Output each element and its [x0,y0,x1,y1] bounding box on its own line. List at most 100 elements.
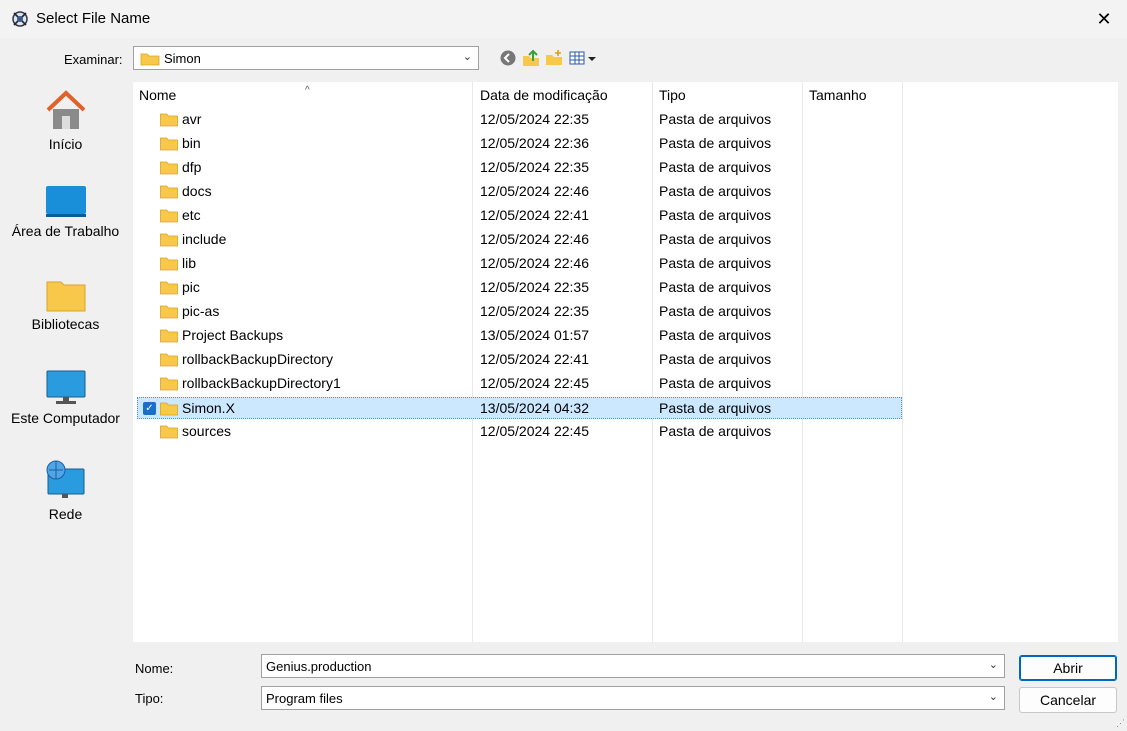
app-icon [12,11,28,27]
place-network[interactable]: Rede [5,460,126,522]
file-name: pic-as [182,303,220,319]
file-name: pic [182,279,200,295]
chevron-down-icon[interactable]: ⌄ [989,658,998,671]
file-type-value: Program files [266,691,343,706]
file-date: 12/05/2024 22:41 [480,207,589,223]
folder-icon [160,353,178,367]
place-this-pc[interactable]: Este Computador [5,370,126,426]
file-row[interactable]: ✓ Simon.X 13/05/2024 04:32 Pasta de arquivo… [137,397,902,419]
file-type: Pasta de arquivos [659,183,772,199]
folder-icon [140,53,160,66]
file-type-label: Tipo: [135,691,164,706]
folder-icon [160,161,178,175]
file-name-field[interactable]: Genius.production ⌄ [261,654,1005,678]
place-home[interactable]: Início [5,88,126,152]
chevron-down-icon: ⌄ [988,691,998,703]
column-header-date[interactable]: Data de modificação [480,87,608,103]
folder-icon [160,402,178,416]
folder-icon [160,209,178,223]
file-name: rollbackBackupDirectory1 [182,375,341,391]
place-label: Área de Trabalho [11,223,120,239]
computer-icon [46,370,85,404]
file-type: Pasta de arquivos [659,231,772,247]
file-date: 12/05/2024 22:35 [480,111,589,127]
file-date: 12/05/2024 22:35 [480,279,589,295]
file-date: 12/05/2024 22:45 [480,423,589,439]
file-type: Pasta de arquivos [659,351,772,367]
place-libraries[interactable]: Bibliotecas [5,278,126,332]
close-button[interactable]: ✕ [1081,0,1127,38]
file-type: Pasta de arquivos [659,327,772,343]
file-date: 12/05/2024 22:46 [480,183,589,199]
file-row[interactable]: sources 12/05/2024 22:45 Pasta de arquivos [133,421,902,443]
file-type: Pasta de arquivos [659,423,772,439]
folder-icon [160,137,178,151]
file-list[interactable]: ^ Nome Data de modificação Tipo Tamanho … [133,82,1118,642]
file-name: dfp [182,159,202,175]
file-date: 12/05/2024 22:35 [480,303,589,319]
folder-icon [160,329,178,343]
file-date: 13/05/2024 01:57 [480,327,589,343]
file-type: Pasta de arquivos [659,303,772,319]
folder-icon [160,425,178,439]
file-type: Pasta de arquivos [659,111,772,127]
file-name: lib [182,255,197,271]
new-folder-icon[interactable] [545,49,563,67]
file-row[interactable]: avr 12/05/2024 22:35 Pasta de arquivos [133,109,902,131]
file-row[interactable]: include 12/05/2024 22:46 Pasta de arquivos [133,229,902,251]
file-row[interactable]: dfp 12/05/2024 22:35 Pasta de arquivos [133,157,902,179]
place-label: Este Computador [11,410,120,426]
file-type: Pasta de arquivos [659,279,772,295]
file-name: docs [182,183,212,199]
file-row[interactable]: bin 12/05/2024 22:36 Pasta de arquivos [133,133,902,155]
file-row[interactable]: docs 12/05/2024 22:46 Pasta de arquivos [133,181,902,203]
place-desktop[interactable]: Área de Trabalho [5,185,126,239]
up-folder-icon[interactable] [522,49,540,67]
file-row[interactable]: pic 12/05/2024 22:35 Pasta de arquivos [133,277,902,299]
chevron-down-icon: ⌄ [462,51,472,63]
file-row[interactable]: Project Backups 13/05/2024 01:57 Pasta de … [133,325,902,347]
desktop-icon [45,186,86,217]
column-header-size[interactable]: Tamanho [809,87,867,103]
file-type: Pasta de arquivos [659,400,772,416]
file-type: Pasta de arquivos [659,375,772,391]
file-date: 12/05/2024 22:36 [480,135,589,151]
file-row[interactable]: rollbackBackupDirectory1 12/05/2024 22:45… [133,373,902,395]
file-name: Simon.X [182,400,235,416]
cancel-button[interactable]: Cancelar [1019,687,1117,713]
file-date: 13/05/2024 04:32 [480,400,589,416]
file-name: rollbackBackupDirectory [182,351,333,367]
folder-icon [160,113,178,127]
file-name-label: Nome: [135,661,174,676]
file-row[interactable]: pic-as 12/05/2024 22:35 Pasta de arquivos [133,301,902,323]
view-menu-icon[interactable] [569,49,599,67]
look-in-value: Simon [164,51,201,66]
folder-icon [160,281,178,295]
title-bar: Select File Name ✕ [0,0,1127,38]
file-date: 12/05/2024 22:35 [480,159,589,175]
folder-icon [160,233,178,247]
checkbox-checked-icon[interactable]: ✓ [143,402,156,415]
file-date: 12/05/2024 22:46 [480,231,589,247]
window-title: Select File Name [36,10,151,27]
back-icon[interactable] [499,49,517,67]
file-row[interactable]: etc 12/05/2024 22:41 Pasta de arquivos [133,205,902,227]
file-row[interactable]: lib 12/05/2024 22:46 Pasta de arquivos [133,253,902,275]
close-icon: ✕ [1096,8,1112,29]
file-name: bin [182,135,201,151]
place-label: Bibliotecas [31,316,100,332]
place-label: Início [48,136,83,152]
sort-ascending-icon: ^ [305,85,310,96]
look-in-label: Examinar: [64,52,123,67]
look-in-combo[interactable]: Simon ⌄ [133,46,479,70]
place-label: Rede [48,506,83,522]
file-type-select[interactable]: Program files ⌄ [261,686,1005,710]
column-separator[interactable] [902,82,903,642]
column-header-name[interactable]: ^ Nome [139,85,310,103]
file-row[interactable]: rollbackBackupDirectory 12/05/2024 22:41 P… [133,349,902,371]
places-bar: Início Área de Trabalho Bibliotecas Este… [5,82,126,722]
file-date: 12/05/2024 22:45 [480,375,589,391]
resize-grip-icon[interactable]: ⋰ [1116,718,1125,729]
column-header-type[interactable]: Tipo [659,87,686,103]
open-button[interactable]: Abrir [1019,655,1117,681]
